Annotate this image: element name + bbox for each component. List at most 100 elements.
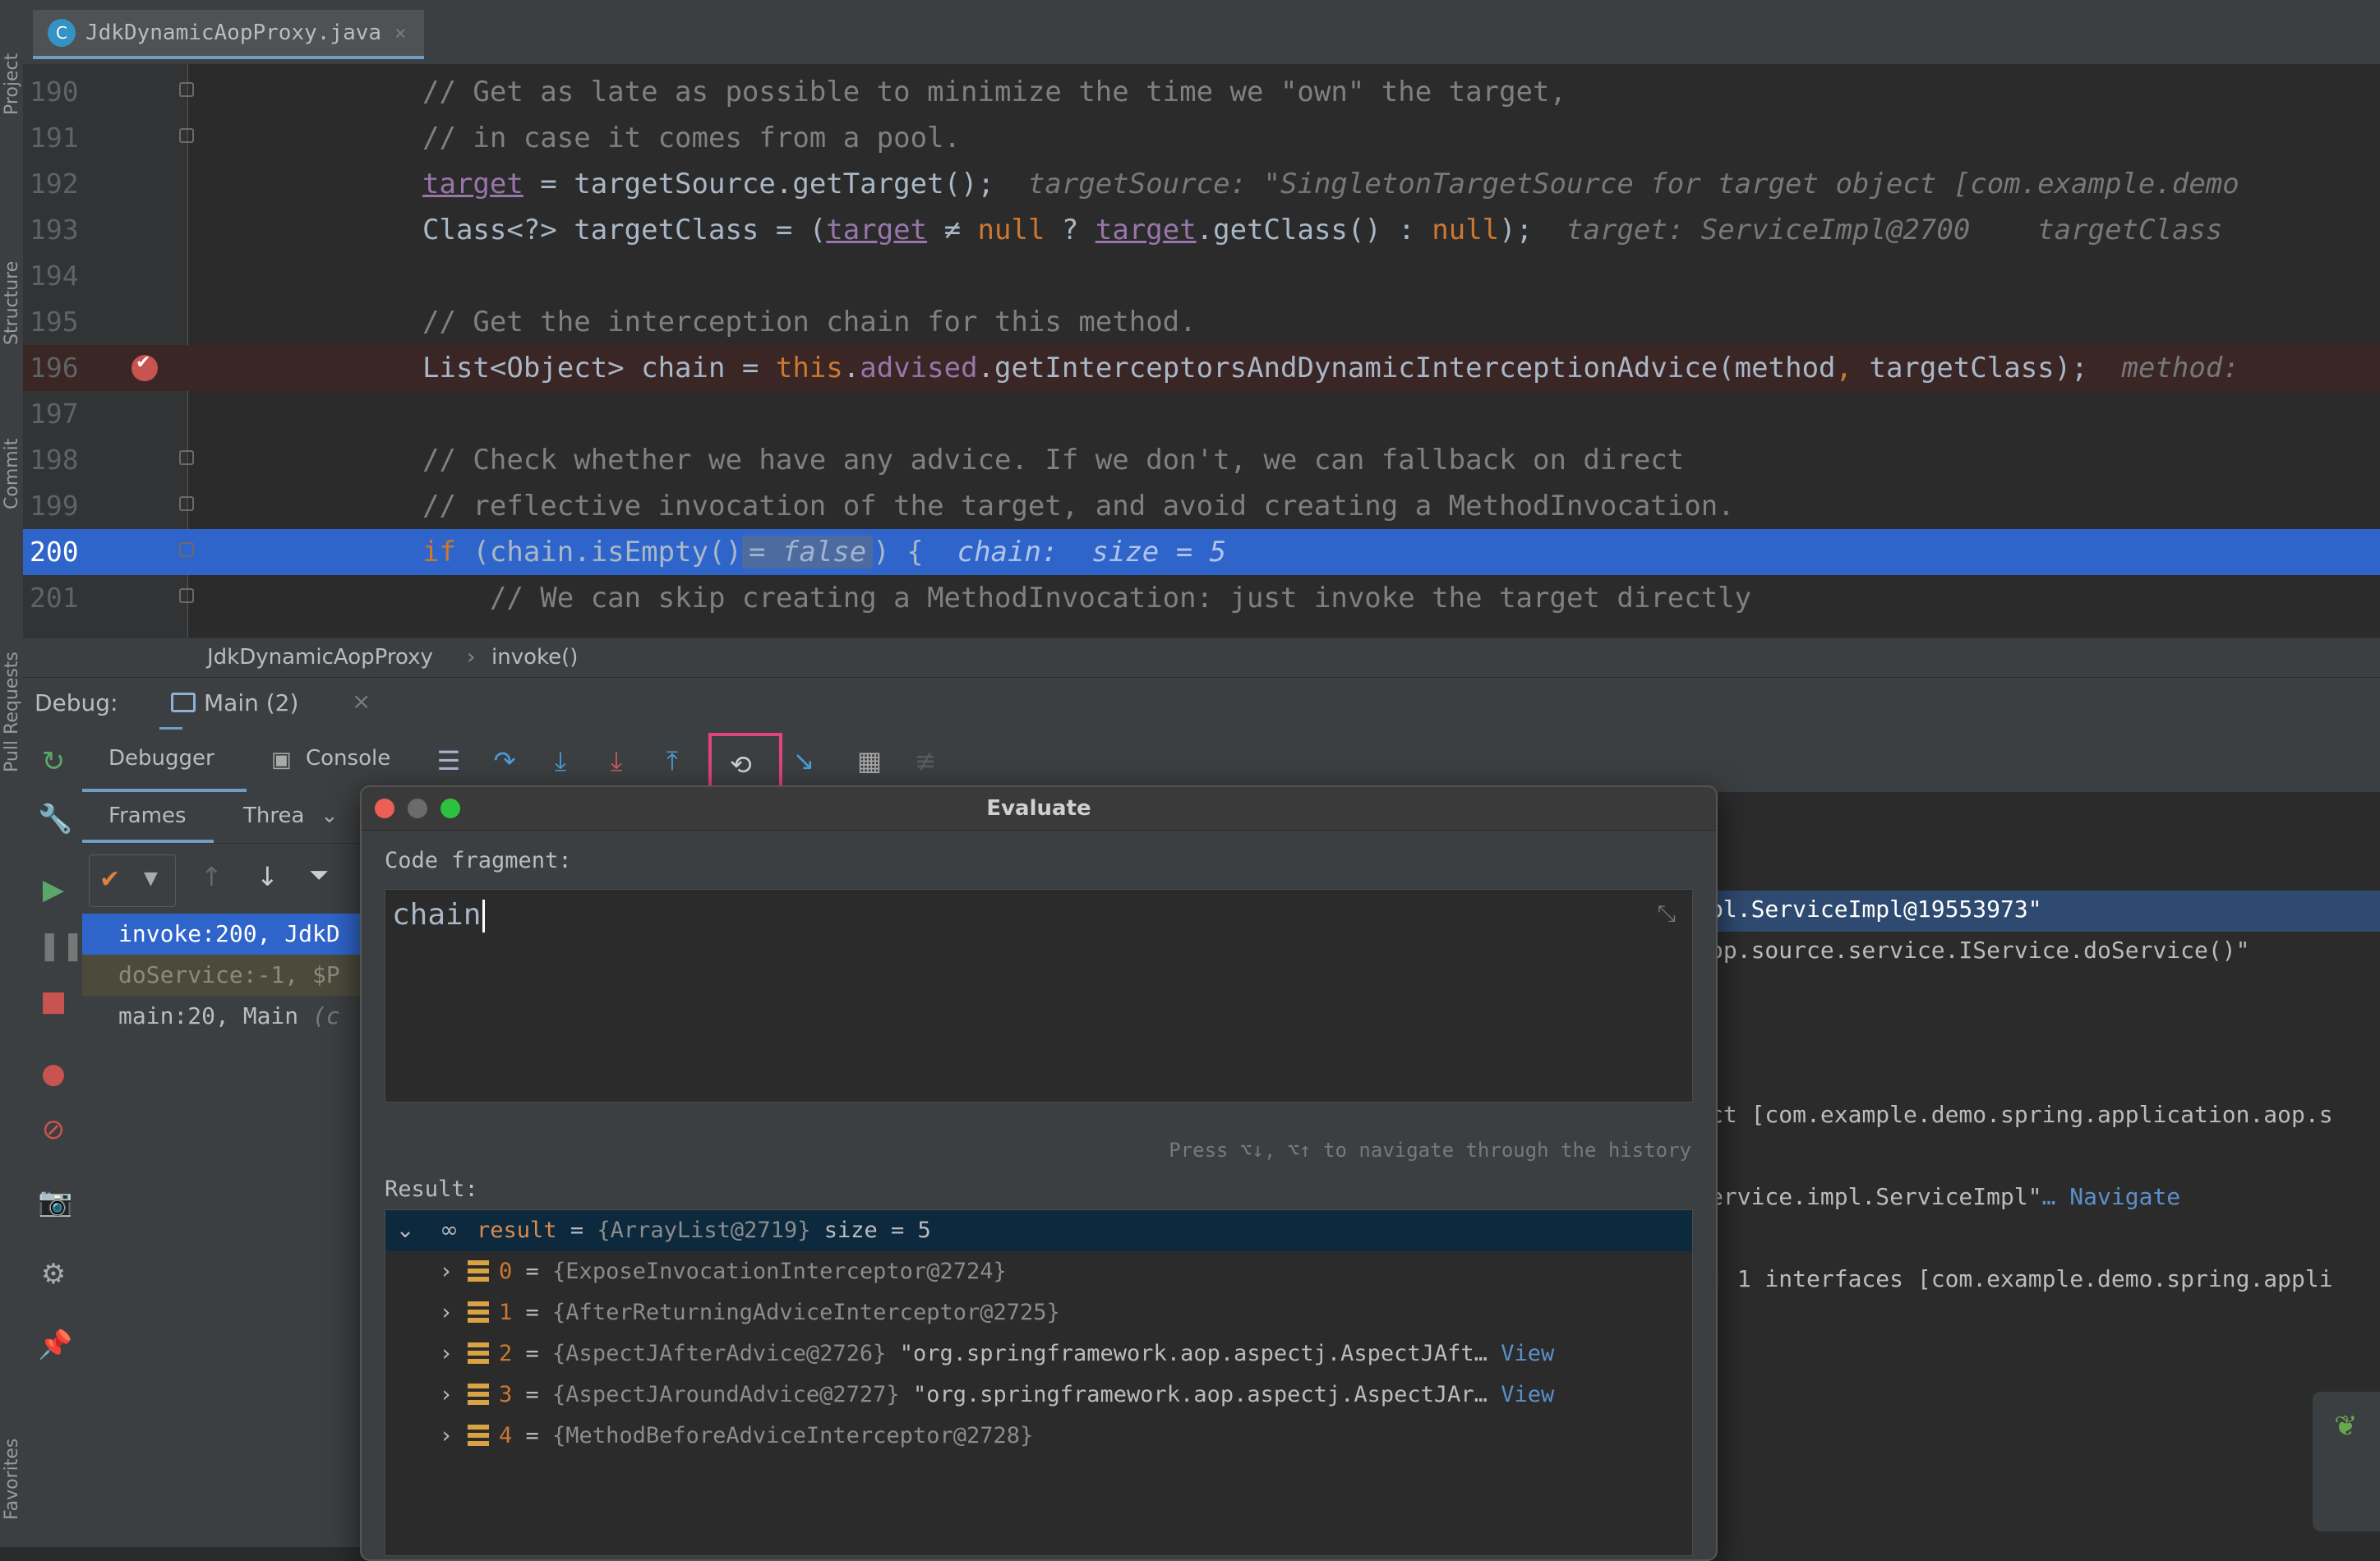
fold-icon[interactable] — [179, 588, 194, 603]
breakpoint-icon[interactable] — [131, 352, 158, 381]
code-text: // Check whether we have any advice. If … — [422, 444, 1685, 477]
close-icon[interactable]: × — [352, 688, 371, 715]
dialog-title: Evaluate — [986, 796, 1091, 821]
variable-value: op.source.service.IService.doService()" — [1709, 937, 2250, 964]
line-number: 192 — [30, 168, 79, 200]
chevron-right-icon[interactable]: › — [431, 1375, 461, 1416]
java-class-icon: C — [48, 19, 76, 47]
history-hint: Press ⌥↓, ⌥↑ to navigate through the his… — [1169, 1139, 1691, 1162]
debug-label: Debug: — [35, 689, 118, 716]
debug-tool-window-header: Debug: Main (2) × — [23, 677, 2380, 730]
debug-toolbar: Debugger ▣ Console ☰ ↷ ⤓ ⤓ ⤒ ⟲ ↘ ▦ ≢ — [82, 730, 2380, 807]
chevron-right-icon[interactable]: › — [431, 1416, 461, 1457]
gear-icon[interactable]: ⚙ — [38, 1259, 69, 1290]
resume-icon[interactable]: ▶ — [38, 874, 69, 905]
line-number: 194 — [30, 260, 79, 292]
view-link[interactable]: View — [1501, 1382, 1554, 1407]
thread-selector[interactable]: ✔ ▼ — [89, 854, 176, 907]
result-item-row[interactable]: › 2 = {AspectJAfterAdvice@2726} "org.spri… — [385, 1333, 1692, 1375]
menu-icon[interactable]: ☰ — [431, 743, 467, 779]
chevron-right-icon[interactable]: › — [431, 1251, 461, 1292]
result-tree: ⌄ ∞ result = {ArrayList@2719} size = 5 ›… — [385, 1209, 1693, 1556]
force-step-into-icon[interactable]: ⤓ — [598, 743, 634, 779]
tab-threads[interactable]: Threa ⌄ — [238, 792, 362, 843]
code-text: List<Object> chain = this.advised.getInt… — [422, 352, 2239, 384]
code-fragment-label: Code fragment: — [385, 848, 572, 873]
line-number: 201 — [30, 582, 79, 614]
camera-icon[interactable]: 📷 — [38, 1186, 72, 1218]
code-line: 194 — [23, 253, 2380, 299]
view-breakpoints-icon[interactable]: ● — [38, 1058, 69, 1089]
line-number: 190 — [30, 76, 79, 108]
result-item-row[interactable]: › 1 = {AfterReturningAdviceInterceptor@27… — [385, 1292, 1692, 1333]
step-out-icon[interactable]: ⤒ — [654, 743, 690, 779]
project-tool-tab[interactable]: Project — [2, 16, 22, 115]
variable-value: ct [com.example.demo.spring.application.… — [1709, 1101, 2333, 1128]
commit-tool-tab[interactable]: Commit — [2, 403, 22, 509]
breadcrumb-method[interactable]: invoke() — [491, 645, 578, 670]
code-text: // We can skip creating a MethodInvocati… — [422, 582, 1752, 615]
favorites-tool-tab[interactable]: Favorites — [2, 1364, 22, 1520]
debug-session-tab[interactable]: Main (2) × — [159, 678, 371, 730]
fold-icon[interactable] — [179, 496, 194, 511]
frame-up-icon[interactable]: ↑ — [201, 861, 223, 892]
filter-icon[interactable]: ⏷ — [309, 861, 329, 890]
rerun-icon[interactable]: ↻ — [38, 746, 69, 777]
code-fragment-input[interactable]: chain ⤡ — [385, 889, 1693, 1103]
tab-frames[interactable]: Frames — [82, 792, 214, 843]
trace-icon[interactable]: ≢ — [907, 743, 943, 779]
fold-icon[interactable] — [179, 82, 194, 97]
fold-icon[interactable] — [179, 128, 194, 143]
view-link[interactable]: View — [1501, 1341, 1554, 1366]
code-text: target = targetSource.getTarget(); targe… — [422, 168, 2239, 200]
fold-icon[interactable] — [179, 542, 194, 557]
notification-panel[interactable]: ❦ — [2313, 1392, 2380, 1531]
wrench-icon[interactable]: 🔧 — [38, 804, 72, 835]
line-number: 195 — [30, 306, 79, 338]
result-root-row[interactable]: ⌄ ∞ result = {ArrayList@2719} size = 5 — [385, 1210, 1692, 1251]
tab-debugger-label: Debugger — [108, 746, 214, 771]
collapse-icon[interactable]: ⤡ — [1658, 900, 1676, 928]
result-item-row[interactable]: › 0 = {ExposeInvocationInterceptor@2724} — [385, 1251, 1692, 1292]
inline-value-badge: = false — [741, 536, 874, 569]
frame-row[interactable]: main:20, Main (c — [82, 996, 362, 1037]
pull-requests-tool-tab[interactable]: Pull Requests — [2, 559, 22, 772]
chevron-right-icon[interactable]: › — [431, 1333, 461, 1375]
evaluate-expression-icon[interactable]: ▦ — [851, 743, 888, 779]
session-icon — [171, 693, 196, 712]
fold-icon[interactable] — [179, 450, 194, 465]
code-editor[interactable]: 190 // Get as late as possible to minimi… — [23, 64, 2380, 638]
zoom-window-icon[interactable] — [440, 799, 460, 818]
result-item-row[interactable]: › 4 = {MethodBeforeAdviceInterceptor@2728… — [385, 1416, 1692, 1457]
debug-session-label: Main (2) — [204, 689, 299, 716]
minimize-window-icon[interactable] — [408, 799, 427, 818]
list-icon — [468, 1425, 489, 1446]
frame-row-selected[interactable]: invoke:200, JdkD — [82, 914, 362, 955]
inline-debug-hint: target: ServiceImpl@2700 targetClass — [1533, 214, 2223, 246]
tab-console[interactable]: ▣ Console — [270, 730, 426, 792]
chevron-right-icon[interactable]: › — [431, 1292, 461, 1333]
frame-down-icon[interactable]: ↓ — [256, 861, 279, 892]
breadcrumb-class[interactable]: JdkDynamicAopProxy — [207, 645, 433, 670]
step-into-icon[interactable]: ⤓ — [542, 743, 579, 779]
editor-tab-jdkdynamicaopproxy[interactable]: C JdkDynamicAopProxy.java × — [33, 10, 425, 59]
structure-tool-tab[interactable]: Structure — [2, 197, 22, 345]
close-icon[interactable]: × — [394, 21, 406, 44]
frame-row[interactable]: doService:-1, $P — [82, 955, 362, 996]
result-item-row[interactable]: › 3 = {AspectJAroundAdvice@2727} "org.spr… — [385, 1375, 1692, 1416]
pin-icon[interactable]: 📌 — [38, 1329, 72, 1361]
tab-debugger[interactable]: Debugger — [82, 730, 247, 792]
mute-breakpoints-icon[interactable]: ⊘ — [38, 1114, 69, 1145]
dialog-titlebar[interactable]: Evaluate — [362, 787, 1716, 831]
code-text: // Get the interception chain for this m… — [422, 306, 1197, 338]
run-to-cursor-icon[interactable]: ↘ — [786, 743, 822, 779]
chevron-down-icon[interactable]: ⌄ — [390, 1210, 420, 1251]
stop-icon[interactable]: ■ — [38, 986, 69, 1017]
navigate-link[interactable]: … Navigate — [2042, 1183, 2181, 1210]
close-window-icon[interactable] — [375, 799, 394, 818]
chevron-down-icon: ▼ — [144, 868, 158, 889]
pause-icon[interactable]: ❚❚ — [38, 930, 85, 961]
line-number: 193 — [30, 214, 79, 246]
checkmark-icon: ✔ — [99, 865, 121, 894]
step-over-icon[interactable]: ↷ — [487, 743, 523, 779]
